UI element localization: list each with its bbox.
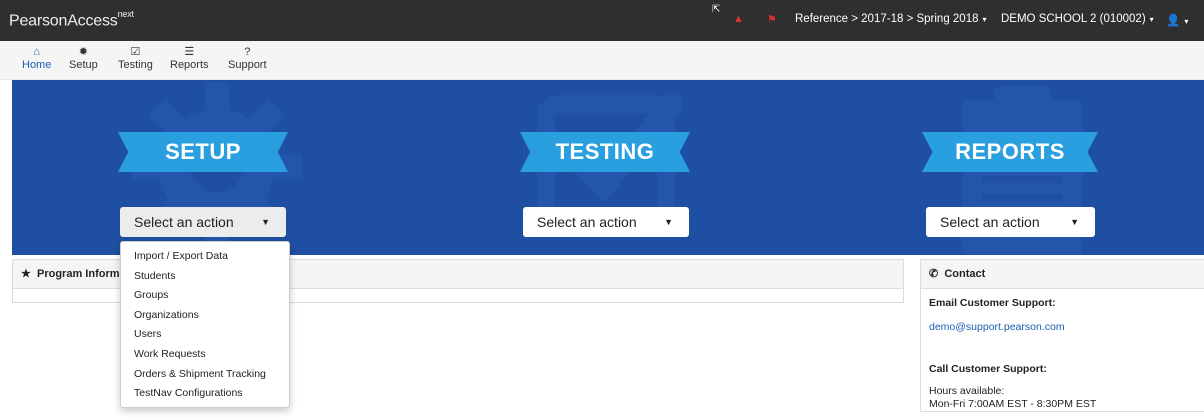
gear-icon: ✹	[78, 46, 88, 58]
question-icon: ?	[244, 46, 251, 58]
menu-item-work-requests[interactable]: Work Requests	[121, 345, 289, 365]
reports-action-select[interactable]: Select an action ▼	[926, 207, 1095, 237]
hero-banner: SETUP TESTING REPORTS Select an action ▼ …	[12, 80, 1204, 255]
nav-home[interactable]: ⌂ Home	[22, 46, 51, 71]
flag-icon[interactable]: ⚑	[767, 13, 777, 26]
testing-action-select[interactable]: Select an action ▼	[523, 207, 689, 237]
testing-title: TESTING	[555, 139, 655, 164]
call-support-label: Call Customer Support:	[929, 363, 1047, 375]
support-hours: Hours available: Mon-Fri 7:00AM EST - 8:3…	[929, 385, 1097, 410]
home-icon: ⌂	[33, 46, 40, 58]
menu-item-orders-shipment-tracking[interactable]: Orders & Shipment Tracking	[121, 365, 289, 385]
setup-title: SETUP	[165, 139, 241, 164]
menu-item-users[interactable]: Users	[121, 325, 289, 345]
setup-action-select[interactable]: Select an action ▼	[120, 207, 286, 237]
menu-item-organizations[interactable]: Organizations	[121, 306, 289, 326]
phone-icon: ✆	[929, 268, 939, 280]
nav-testing[interactable]: ☑ Testing	[118, 46, 153, 71]
mouse-cursor-icon: ⇱	[712, 4, 721, 15]
main-nav: ⌂ Home ✹ Setup ☑ Testing ☰ Reports ? Sup…	[0, 41, 1204, 80]
email-support-label: Email Customer Support:	[929, 297, 1056, 309]
menu-item-groups[interactable]: Groups	[121, 286, 289, 306]
bell-icon[interactable]: ▲	[733, 13, 744, 25]
reports-ribbon: REPORTS	[922, 132, 1098, 172]
caret-down-icon: ▼	[261, 217, 270, 227]
testing-ribbon: TESTING	[520, 132, 690, 172]
nav-reports[interactable]: ☰ Reports	[170, 46, 209, 71]
menu-item-students[interactable]: Students	[121, 267, 289, 287]
user-icon: 👤	[1166, 15, 1181, 27]
caret-down-icon: ▼	[664, 217, 673, 227]
star-icon: ★	[21, 268, 31, 280]
setup-ribbon: SETUP	[118, 132, 288, 172]
list-icon: ☰	[184, 46, 195, 58]
top-bar: PearsonAccessnext ⇱ ▲ ⚑ Reference > 2017…	[0, 0, 1204, 41]
menu-item-import-export-data[interactable]: Import / Export Data	[121, 247, 289, 267]
organization-selector[interactable]: DEMO SCHOOL 2 (010002) ▾	[1001, 13, 1154, 25]
checkbox-icon: ☑	[130, 46, 141, 58]
nav-setup[interactable]: ✹ Setup	[69, 46, 98, 71]
support-email-link[interactable]: demo@support.pearson.com	[929, 321, 1197, 333]
setup-action-menu: Import / Export Data Students Groups Org…	[120, 241, 290, 408]
reports-title: REPORTS	[955, 139, 1065, 164]
app-logo[interactable]: PearsonAccessnext	[9, 9, 134, 30]
menu-item-testnav-configurations[interactable]: TestNav Configurations	[121, 384, 289, 404]
contact-panel: ✆ Contact Email Customer Support: demo@s…	[920, 259, 1204, 412]
caret-down-icon: ▼	[1070, 217, 1079, 227]
context-selector[interactable]: Reference > 2017-18 > Spring 2018 ▾	[795, 13, 987, 25]
user-menu[interactable]: 👤 ▾	[1166, 13, 1188, 27]
nav-support[interactable]: ? Support	[228, 46, 267, 71]
